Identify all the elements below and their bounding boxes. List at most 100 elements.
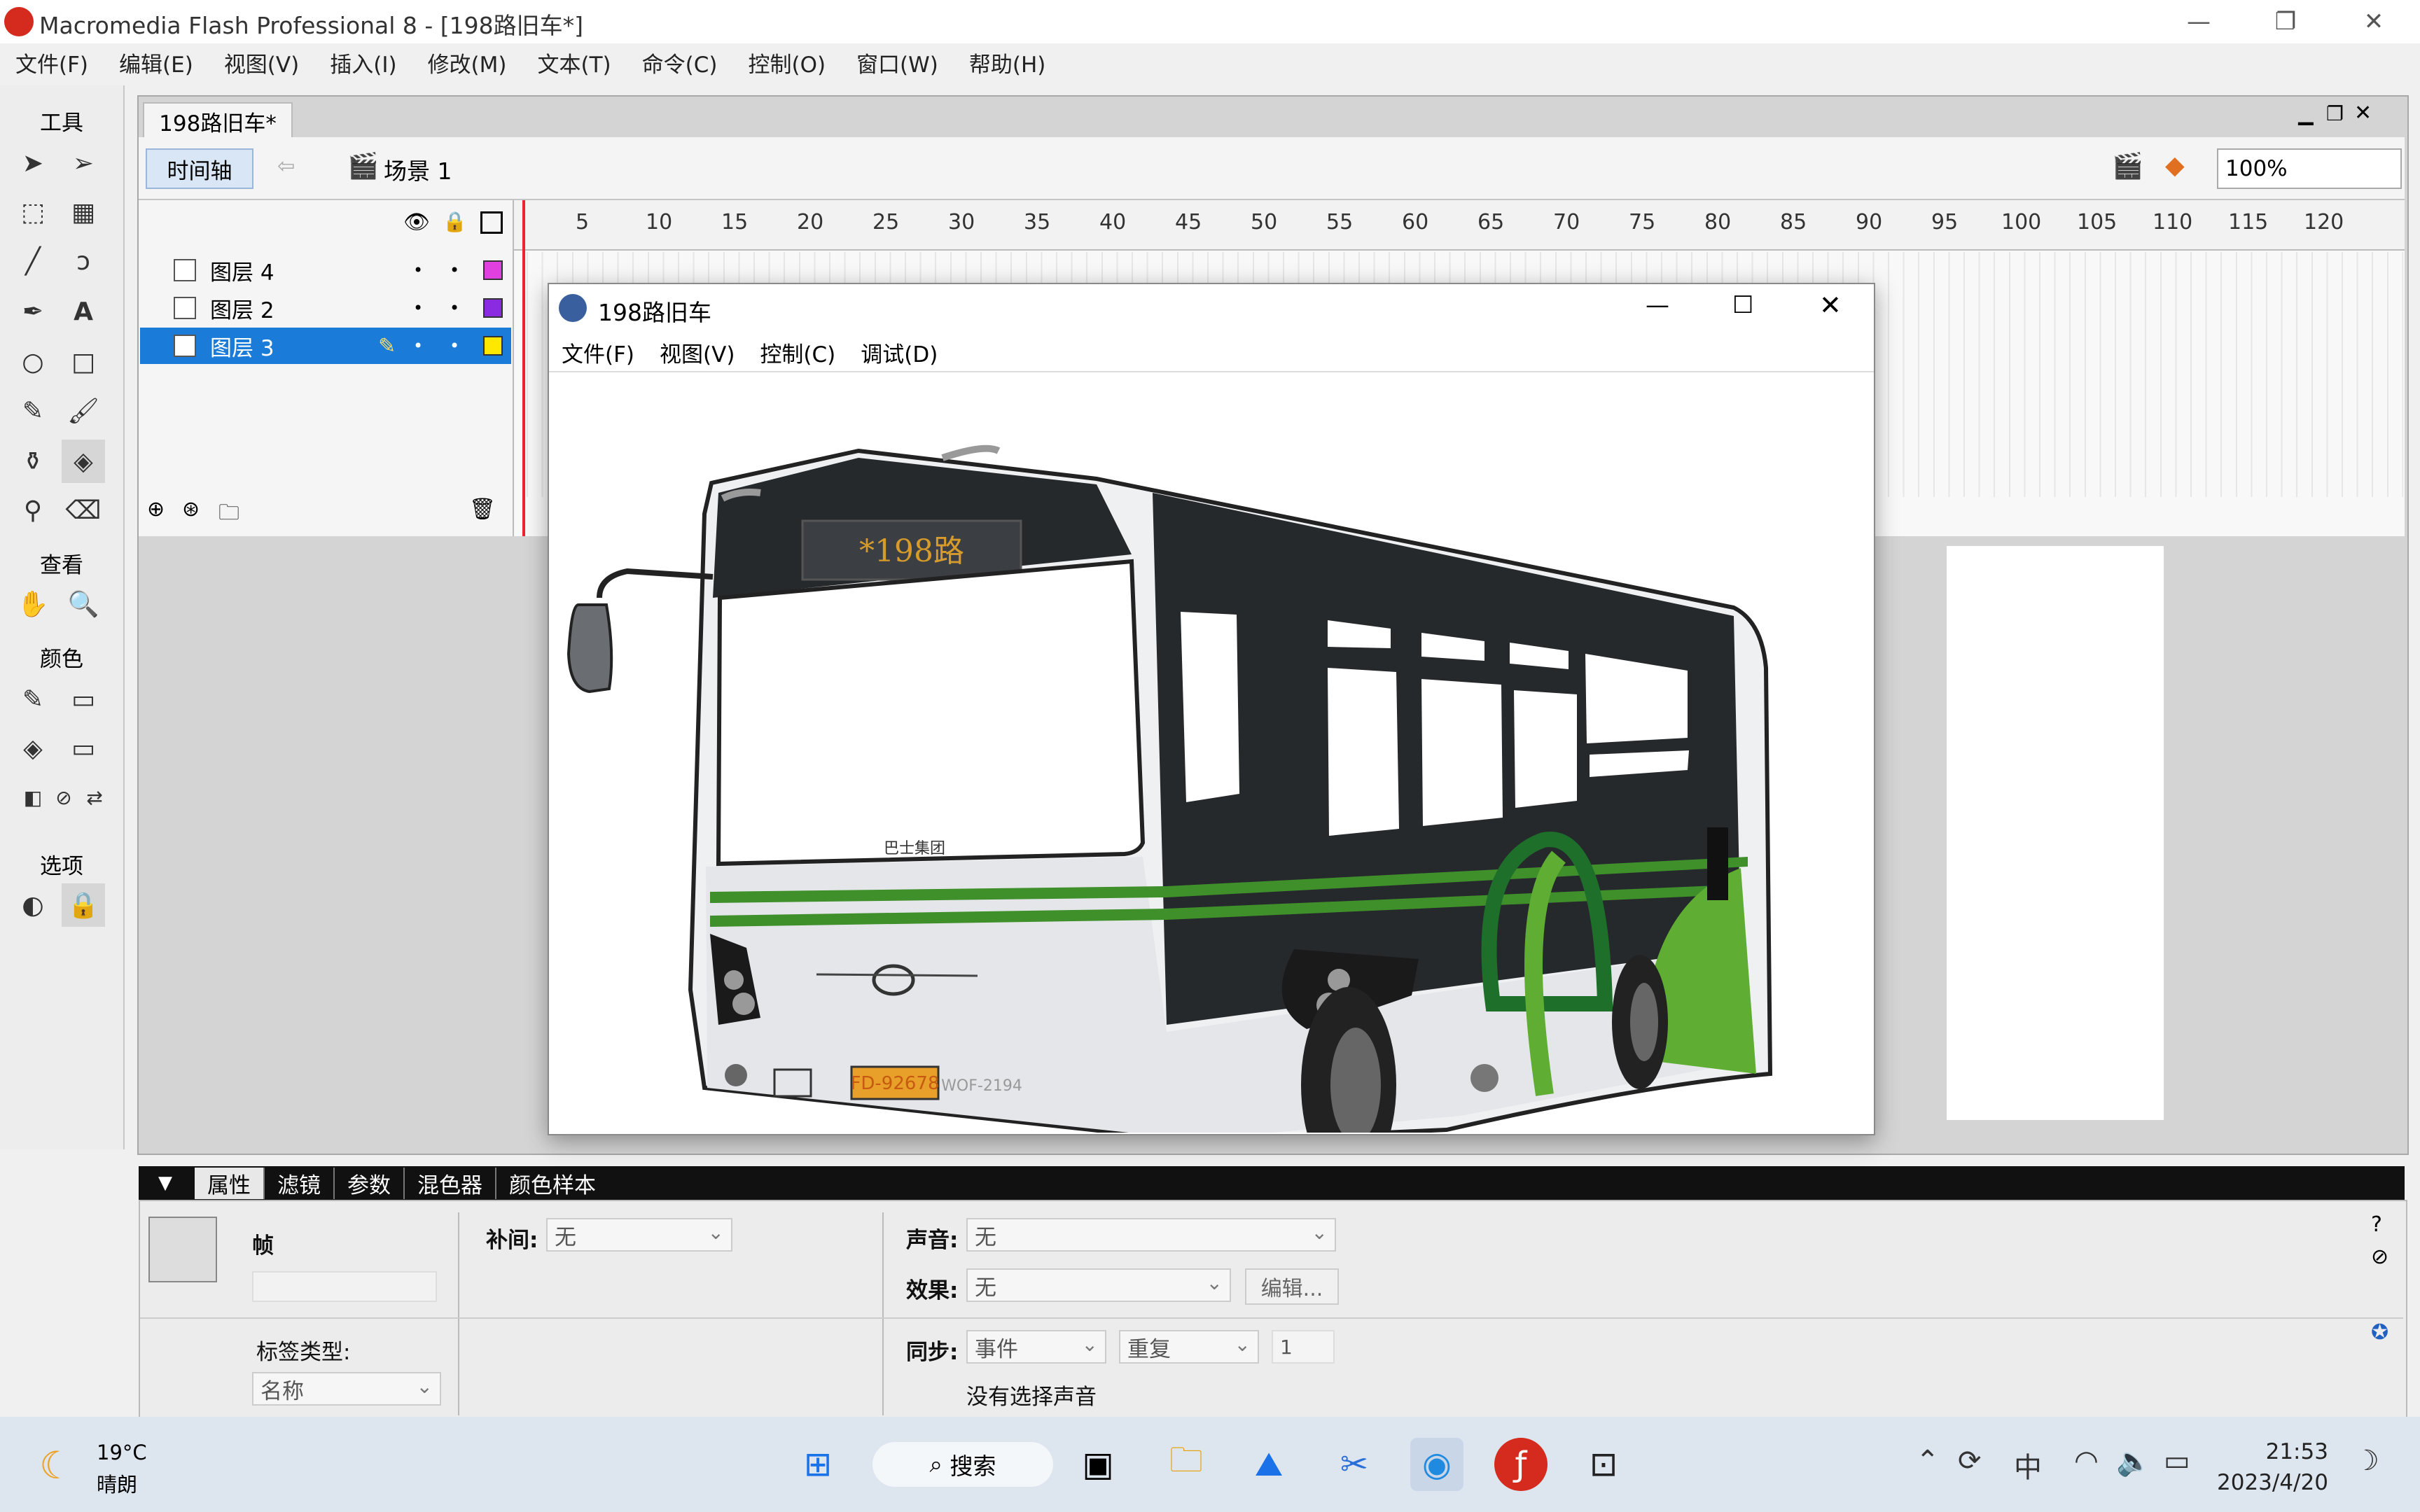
- volume-icon[interactable]: 🔈: [2116, 1445, 2151, 1478]
- menu-control[interactable]: 控制(O): [732, 47, 841, 78]
- edit-symbols-icon[interactable]: ◆: [2165, 151, 2185, 180]
- player-close-icon[interactable]: ✕: [1819, 290, 1842, 321]
- flash-taskbar-icon[interactable]: ƒ: [1494, 1438, 1548, 1491]
- player-menu-debug[interactable]: 调试(D): [848, 337, 950, 368]
- player-menu-control[interactable]: 控制(C): [747, 337, 848, 368]
- lasso-tool-icon[interactable]: ↄ: [62, 239, 105, 283]
- player-minimize-icon[interactable]: —: [1646, 291, 1669, 319]
- timeline-ruler[interactable]: 5 10 15 20 25 30 35 40 45 50 55 60 65 70 75 80 85 90 95 100…: [514, 200, 2405, 251]
- menu-text[interactable]: 文本(T): [522, 47, 627, 78]
- fill-color-icon[interactable]: ◈: [11, 727, 55, 770]
- layer-row[interactable]: 图层 4 • •: [140, 252, 511, 288]
- eraser-tool-icon[interactable]: ⌫: [62, 489, 105, 532]
- minimize-icon[interactable]: —: [2158, 0, 2239, 43]
- ink-bottle-tool-icon[interactable]: ⚱: [11, 440, 55, 483]
- effect-select[interactable]: 无: [966, 1268, 1231, 1302]
- swap-colors-icon[interactable]: ⇄: [73, 776, 116, 819]
- layer-row-selected[interactable]: 图层 3 ✎ • •: [140, 328, 511, 364]
- gap-size-icon[interactable]: ◐: [11, 883, 55, 927]
- taskbar-search[interactable]: ⌕ 搜索: [872, 1442, 1053, 1487]
- edit-scene-icon[interactable]: 🎬: [2112, 151, 2143, 181]
- visibility-dot[interactable]: •: [413, 298, 423, 318]
- frame-name-input[interactable]: [252, 1271, 437, 1302]
- scene-label[interactable]: 场景 1: [384, 153, 452, 186]
- hand-tool-icon[interactable]: ✋: [11, 582, 55, 626]
- notification-moon-icon[interactable]: ☽: [2354, 1445, 2379, 1477]
- file-explorer-icon[interactable]: 🗀: [1160, 1438, 1213, 1491]
- layer-row[interactable]: 图层 2 • •: [140, 290, 511, 326]
- stage-canvas[interactable]: [1947, 546, 2164, 1120]
- photos-icon[interactable]: ⛰: [1242, 1438, 1295, 1491]
- player-menu-file[interactable]: 文件(F): [549, 337, 647, 368]
- lock-dot[interactable]: •: [450, 260, 459, 280]
- label-type-select[interactable]: 名称: [252, 1372, 441, 1406]
- insert-folder-icon[interactable]: 🗀: [218, 497, 239, 533]
- doc-restore-icon[interactable]: ❐: [2326, 102, 2344, 125]
- playhead[interactable]: [522, 200, 525, 536]
- weather-desc[interactable]: 晴朗: [97, 1469, 137, 1498]
- delete-layer-icon[interactable]: 🗑: [469, 497, 496, 522]
- insert-layer-icon[interactable]: ⊕: [147, 497, 165, 522]
- weather-temp[interactable]: 19°C: [97, 1441, 147, 1464]
- menu-modify[interactable]: 修改(M): [412, 47, 522, 78]
- document-tab[interactable]: 198路旧车*: [143, 102, 293, 139]
- ime-indicator[interactable]: 中: [2014, 1445, 2042, 1485]
- player-maximize-icon[interactable]: ☐: [1732, 291, 1753, 319]
- edit-sound-button[interactable]: 编辑...: [1245, 1268, 1339, 1305]
- zoom-tool-icon[interactable]: 🔍: [62, 582, 105, 626]
- collapse-arrow-icon[interactable]: ▼: [158, 1172, 172, 1194]
- sync-select[interactable]: 事件: [966, 1330, 1106, 1364]
- doc-close-icon[interactable]: ✕: [2354, 101, 2372, 125]
- task-view-icon[interactable]: ▣: [1071, 1438, 1125, 1491]
- eyedropper-tool-icon[interactable]: ⚲: [11, 489, 55, 532]
- oval-tool-icon[interactable]: ○: [11, 340, 55, 384]
- moon-weather-icon[interactable]: ☾: [39, 1443, 73, 1488]
- paint-bucket-tool-icon[interactable]: ◈: [62, 440, 105, 483]
- close-icon[interactable]: ✕: [2333, 0, 2414, 43]
- repeat-count-input[interactable]: 1: [1272, 1330, 1335, 1364]
- line-tool-icon[interactable]: ╱: [11, 239, 55, 283]
- fill-transform-tool-icon[interactable]: ▦: [62, 190, 105, 234]
- help-icon[interactable]: ?: [2371, 1212, 2382, 1237]
- back-arrow-icon[interactable]: ⇦: [277, 154, 295, 178]
- start-icon[interactable]: ⊞: [791, 1438, 844, 1491]
- flash-player-window[interactable]: 198路旧车 — ☐ ✕ 文件(F) 视图(V) 控制(C) 调试(D) *19…: [548, 283, 1875, 1183]
- menu-help[interactable]: 帮助(H): [954, 47, 1062, 78]
- repeat-select[interactable]: 重复: [1119, 1330, 1259, 1364]
- pencil-tool-icon[interactable]: ✎: [11, 389, 55, 433]
- tab-parameters[interactable]: 参数: [335, 1167, 405, 1199]
- tab-color-swatches[interactable]: 颜色样本: [496, 1168, 609, 1199]
- menu-edit[interactable]: 编辑(E): [104, 47, 209, 78]
- tab-filters[interactable]: 滤镜: [265, 1167, 335, 1199]
- pen-tool-icon[interactable]: ✒: [11, 290, 55, 333]
- sync-icon[interactable]: ⟳: [1958, 1445, 1982, 1477]
- tween-select[interactable]: 无: [546, 1218, 732, 1252]
- edge-browser-icon[interactable]: ◉: [1410, 1438, 1463, 1491]
- doc-minimize-icon[interactable]: ▁: [2298, 102, 2314, 125]
- app-icon[interactable]: ⊡: [1577, 1438, 1630, 1491]
- add-guide-layer-icon[interactable]: ⊛: [182, 497, 200, 522]
- eye-icon[interactable]: 👁: [403, 210, 430, 234]
- timeline-button[interactable]: 时间轴: [146, 148, 253, 189]
- snipping-tool-icon[interactable]: ✂: [1328, 1438, 1381, 1491]
- subselection-tool-icon[interactable]: ➢: [62, 141, 105, 185]
- menu-window[interactable]: 窗口(W): [841, 47, 954, 78]
- fill-swatch[interactable]: ▭: [62, 727, 105, 770]
- lock-icon[interactable]: 🔒: [443, 210, 467, 233]
- stroke-color-icon[interactable]: ✎: [11, 678, 55, 721]
- zoom-select[interactable]: 100%: [2217, 148, 2402, 189]
- lock-dot[interactable]: •: [450, 298, 459, 318]
- battery-icon[interactable]: ▭: [2164, 1445, 2190, 1477]
- brush-tool-icon[interactable]: 🖌: [62, 389, 105, 433]
- wifi-icon[interactable]: ◠: [2074, 1445, 2099, 1477]
- sound-select[interactable]: 无: [966, 1218, 1336, 1252]
- clock[interactable]: 21:53 2023/4/20: [2217, 1436, 2328, 1498]
- tray-overflow-icon[interactable]: ⌃: [1916, 1445, 1940, 1477]
- menu-file[interactable]: 文件(F): [0, 47, 104, 78]
- accessibility-icon[interactable]: ✪: [2371, 1320, 2388, 1345]
- edit-actionscript-icon[interactable]: ⊘: [2371, 1245, 2388, 1269]
- menu-view[interactable]: 视图(V): [209, 47, 314, 78]
- lock-dot[interactable]: •: [450, 336, 459, 356]
- tab-color-mixer[interactable]: 混色器: [405, 1167, 496, 1199]
- text-tool-icon[interactable]: A: [62, 290, 105, 333]
